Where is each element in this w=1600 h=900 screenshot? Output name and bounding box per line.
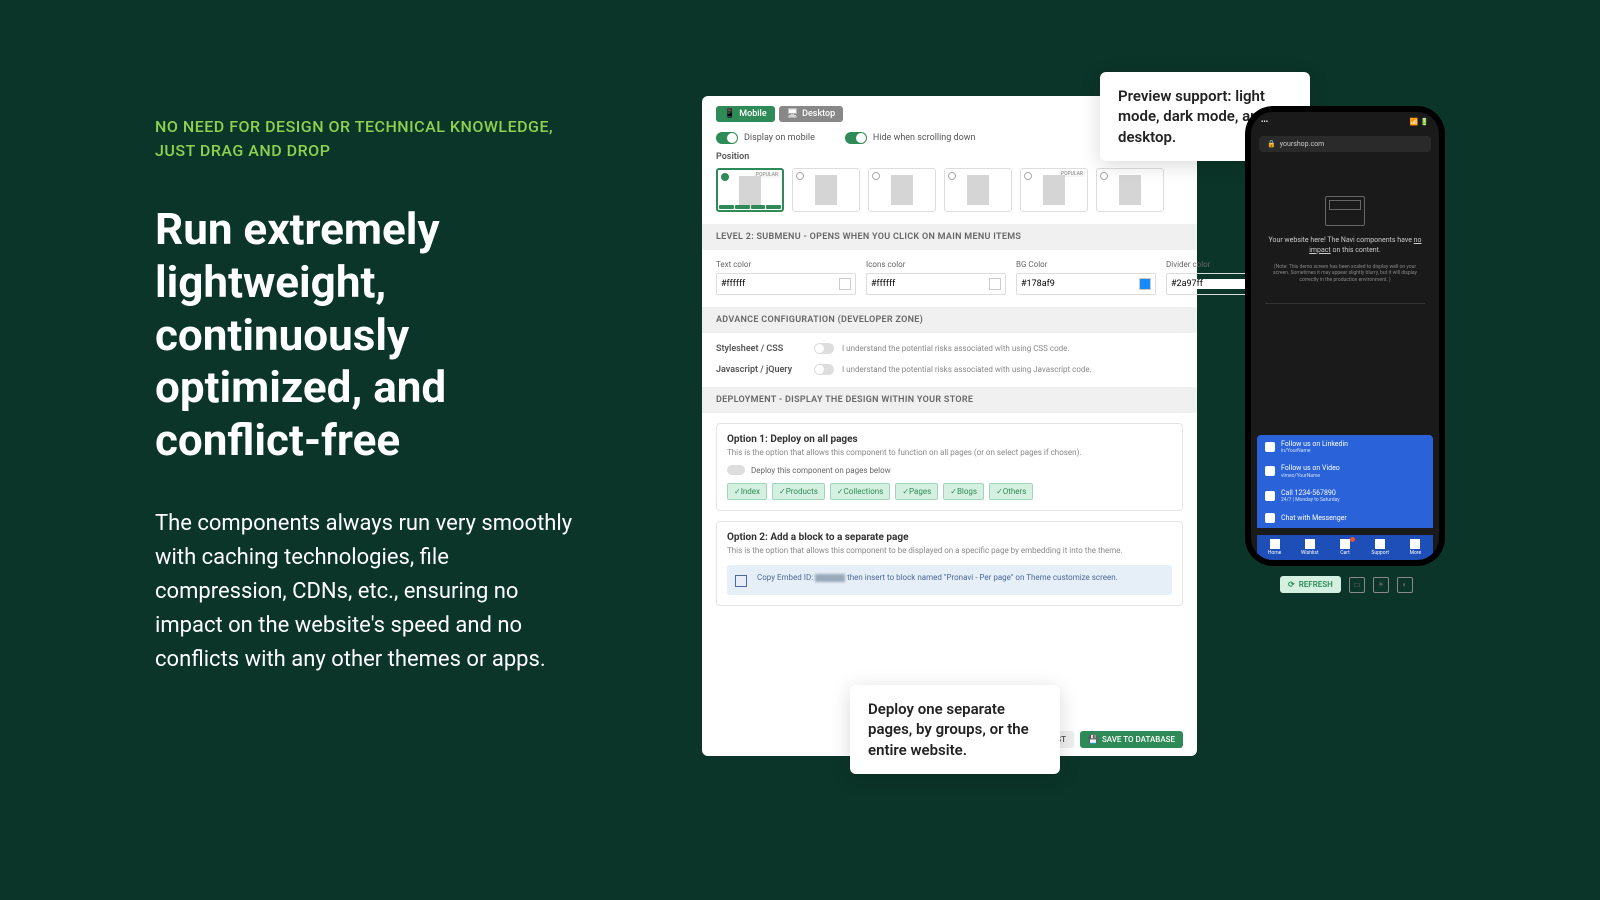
position-grid: POPULAR POPULAR bbox=[716, 168, 1183, 212]
input-icons-color[interactable] bbox=[866, 273, 1006, 295]
social-icon bbox=[1265, 513, 1275, 523]
phone-preview: •••📶 🔋 🔒 yourshop.com Your website here!… bbox=[1245, 106, 1445, 566]
deploy2-desc: This is the option that allows this comp… bbox=[727, 546, 1172, 555]
deploy-option-2: Option 2: Add a block to a separate page… bbox=[716, 521, 1183, 606]
switch-icon bbox=[716, 132, 738, 144]
page-chip[interactable]: ✓Pages bbox=[895, 483, 938, 500]
nav-item-cart[interactable]: Cart bbox=[1327, 535, 1362, 560]
headline: Run extremely lightweight, continuously … bbox=[155, 203, 575, 467]
label-text-color: Text color bbox=[716, 260, 856, 269]
marketing-copy: NO NEED FOR DESIGN OR TECHNICAL KNOWLEDG… bbox=[155, 115, 575, 677]
position-option-1[interactable]: POPULAR bbox=[716, 168, 784, 212]
position-option-4[interactable] bbox=[944, 168, 1012, 212]
label-bg-color: BG Color bbox=[1016, 260, 1156, 269]
phone-social-list: Follow us on Linkedinin/YourNameFollow u… bbox=[1257, 435, 1433, 528]
deploy1-desc: This is the option that allows this comp… bbox=[727, 448, 1172, 457]
social-icon bbox=[1265, 442, 1275, 452]
refresh-button[interactable]: ⟳ REFRESH bbox=[1280, 576, 1341, 593]
nav-item-wishlist[interactable]: Wishlist bbox=[1292, 535, 1327, 560]
toggle-css[interactable] bbox=[814, 343, 834, 354]
save-button[interactable]: 💾 SAVE TO DATABASE bbox=[1080, 731, 1183, 748]
tab-mobile[interactable]: 📱 Mobile bbox=[716, 106, 775, 122]
body-text: The components always run very smoothly … bbox=[155, 507, 575, 677]
desktop-preview-icon[interactable]: ▭ bbox=[1349, 577, 1365, 593]
eyebrow-text: NO NEED FOR DESIGN OR TECHNICAL KNOWLEDG… bbox=[155, 115, 575, 163]
deploy2-title: Option 2: Add a block to a separate page bbox=[727, 532, 1172, 543]
deploy1-title: Option 1: Deploy on all pages bbox=[727, 434, 1172, 445]
deploy1-subtoggle[interactable]: Deploy this component on pages below bbox=[727, 465, 1172, 475]
nav-item-support[interactable]: Support bbox=[1363, 535, 1398, 560]
social-item[interactable]: Chat with Messenger bbox=[1257, 508, 1433, 528]
row-js: Javascript / jQueryI understand the pote… bbox=[716, 364, 1183, 375]
page-chip[interactable]: ✓Others bbox=[989, 483, 1033, 500]
switch-icon bbox=[845, 132, 867, 144]
position-option-5[interactable]: POPULAR bbox=[1020, 168, 1088, 212]
light-mode-icon[interactable]: ☀ bbox=[1373, 577, 1389, 593]
page-chips: ✓Index ✓Products ✓Collections ✓Pages ✓Blogs ✓… bbox=[727, 483, 1172, 500]
toggle-display-mobile[interactable]: Display on mobile bbox=[716, 132, 815, 144]
deploy-option-1: Option 1: Deploy on all pages This is th… bbox=[716, 423, 1183, 511]
row-css: Stylesheet / CSSI understand the potenti… bbox=[716, 343, 1183, 354]
phone-bottom-nav: HomeWishlistCartSupportMore bbox=[1257, 535, 1433, 560]
social-item[interactable]: Follow us on Linkedinin/YourName bbox=[1257, 435, 1433, 459]
social-icon bbox=[1265, 466, 1275, 476]
label-icons-color: Icons color bbox=[866, 260, 1006, 269]
social-icon bbox=[1265, 491, 1275, 501]
input-bg-color[interactable] bbox=[1016, 273, 1156, 295]
preview-controls: ⟳ REFRESH ▭ ☀ ◐ bbox=[1280, 576, 1413, 593]
nav-item-home[interactable]: Home bbox=[1257, 535, 1292, 560]
input-text-color[interactable] bbox=[716, 273, 856, 295]
position-option-3[interactable] bbox=[868, 168, 936, 212]
copy-icon[interactable] bbox=[735, 575, 747, 587]
phone-note: (Note: This demo screen has been scaled … bbox=[1263, 264, 1427, 284]
social-item[interactable]: Follow us on Videovimeo/YourName bbox=[1257, 459, 1433, 483]
page-chip[interactable]: ✓Index bbox=[727, 483, 767, 500]
dark-mode-icon[interactable]: ◐ bbox=[1397, 577, 1413, 593]
toggle-hide-scroll[interactable]: Hide when scrolling down bbox=[845, 132, 976, 144]
position-option-6[interactable] bbox=[1096, 168, 1164, 212]
social-item[interactable]: Call 1234-56789024/7 | Monday to Saturda… bbox=[1257, 484, 1433, 508]
callout-deploy: Deploy one separate pages, by groups, or… bbox=[850, 685, 1060, 774]
phone-message: Your website here! The Navi components h… bbox=[1263, 236, 1427, 256]
tab-desktop[interactable]: 🖥 Desktop bbox=[779, 106, 844, 122]
phone-url-bar: 🔒 yourshop.com bbox=[1259, 136, 1431, 152]
nav-item-more[interactable]: More bbox=[1398, 535, 1433, 560]
section-deploy: DEPLOYMENT - DISPLAY THE DESIGN WITHIN Y… bbox=[702, 387, 1197, 413]
section-advance: ADVANCE CONFIGURATION (DEVELOPER ZONE) bbox=[702, 307, 1197, 333]
embed-id-redacted bbox=[815, 574, 845, 582]
page-chip[interactable]: ✓Collections bbox=[830, 483, 890, 500]
embed-box: Copy Embed ID: then insert to block name… bbox=[727, 565, 1172, 595]
page-chip[interactable]: ✓Blogs bbox=[943, 483, 984, 500]
placeholder-icon bbox=[1325, 196, 1365, 226]
phone-status-bar: •••📶 🔋 bbox=[1251, 112, 1439, 132]
toggle-js[interactable] bbox=[814, 364, 834, 375]
page-chip[interactable]: ✓Products bbox=[772, 483, 825, 500]
section-submenu: LEVEL 2: SUBMENU - OPENS WHEN YOU CLICK … bbox=[702, 224, 1197, 250]
config-panel: 📱 Mobile 🖥 Desktop Display on mobile Hid… bbox=[702, 96, 1197, 756]
position-option-2[interactable] bbox=[792, 168, 860, 212]
